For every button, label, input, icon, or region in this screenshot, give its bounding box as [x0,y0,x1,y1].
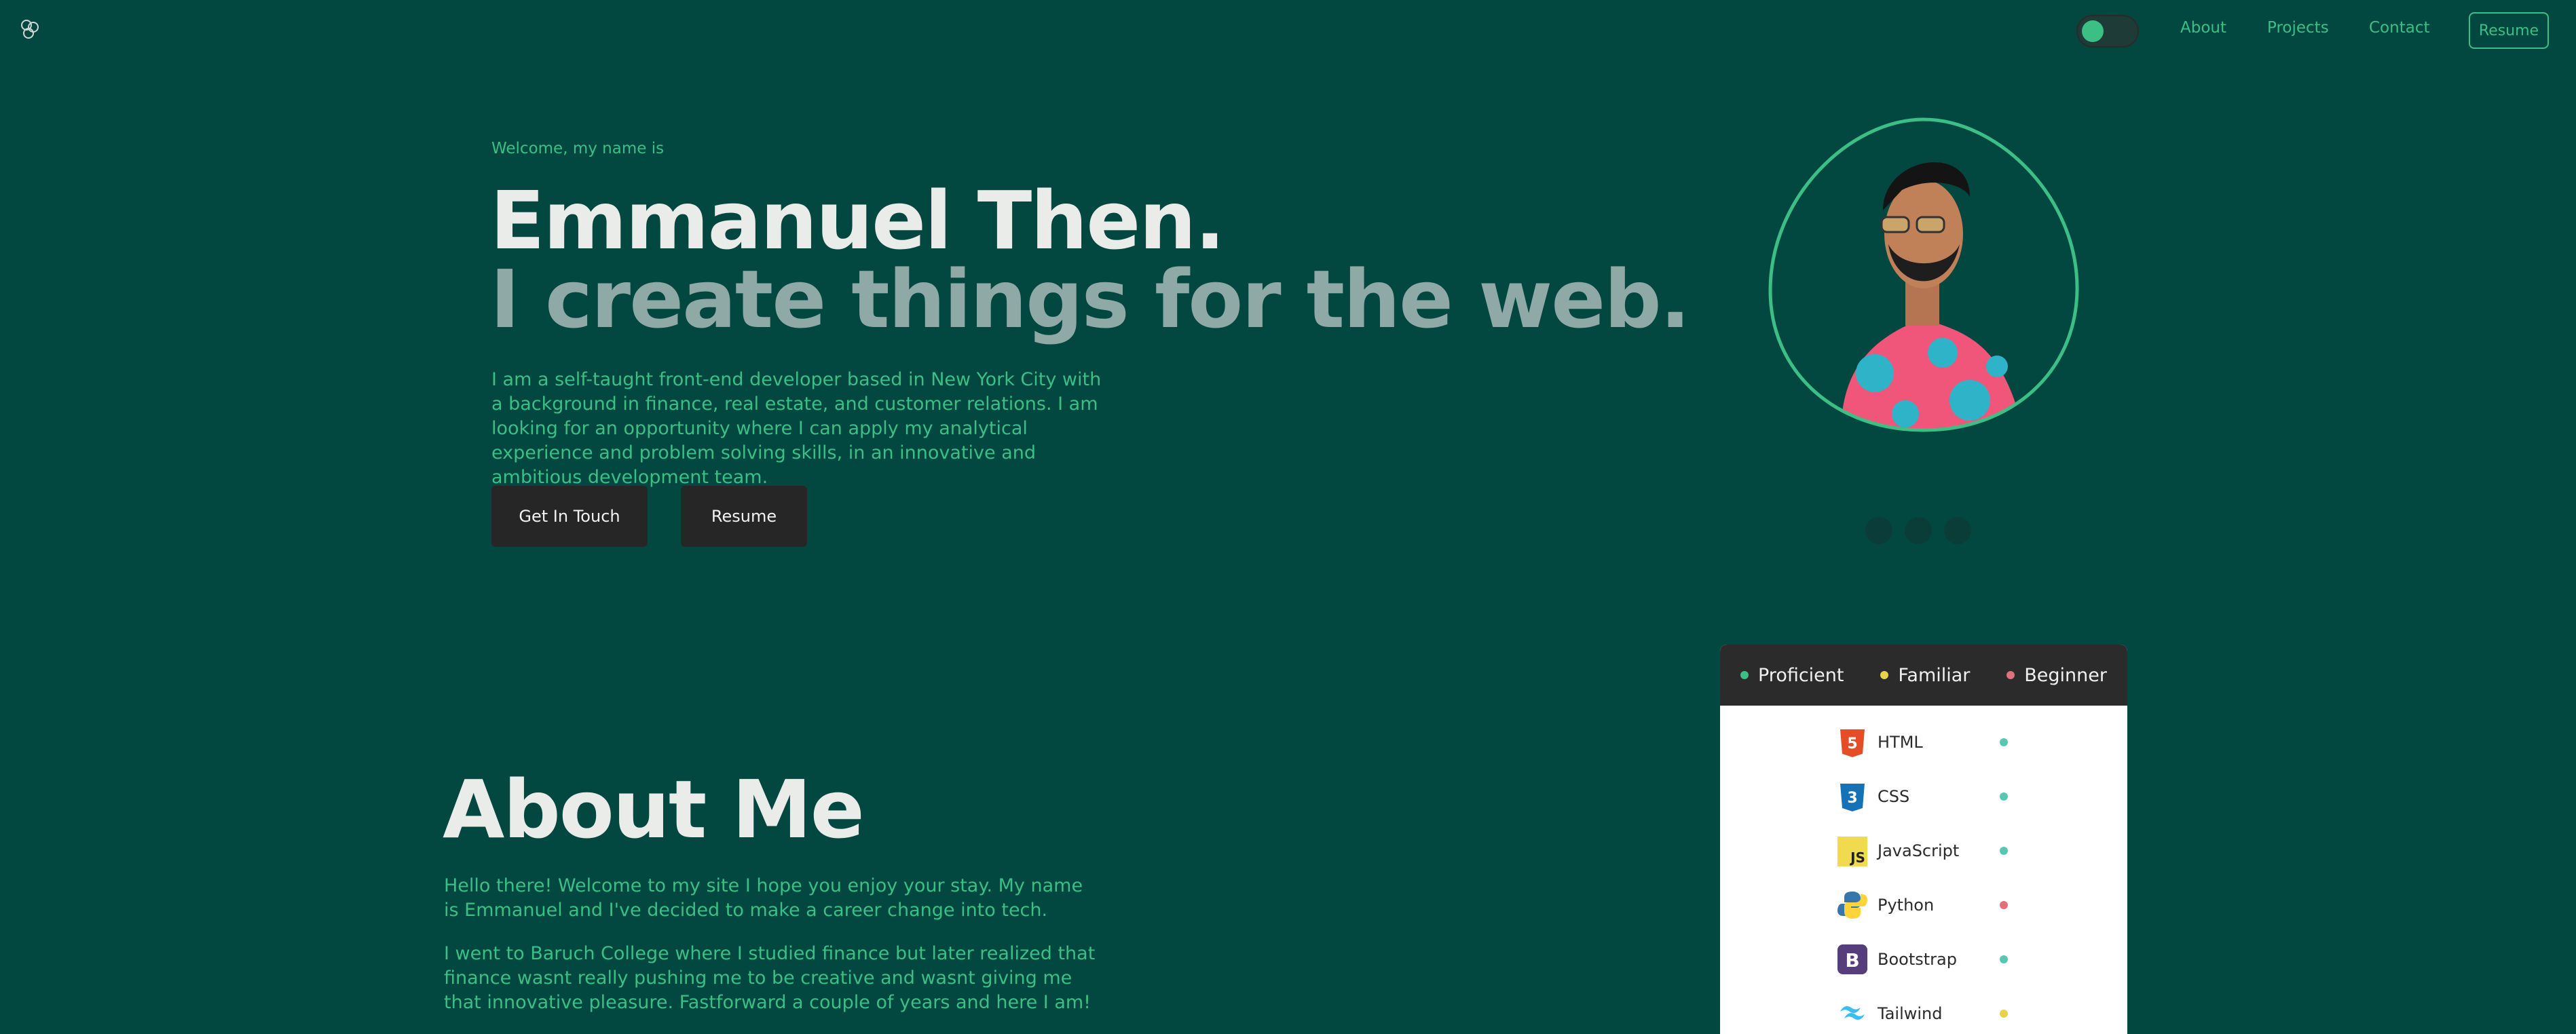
skill-label: CSS [1878,787,1910,806]
css3-icon: 3 [1837,781,1868,812]
hero-tagline: I create things for the web. [490,252,1690,346]
skill-level-dot [2000,738,2008,746]
toggle-knob [2082,20,2104,42]
avatar [1768,117,2079,432]
skill-label: Tailwind [1878,1004,1943,1023]
logo-icon[interactable] [18,18,42,42]
skill-label: JavaScript [1878,841,1960,860]
skills-card: Proficient Familiar Beginner 5 HTML 3 CS… [1720,645,2127,1034]
skill-row-tailwind: Tailwind [1837,996,2040,1031]
legend-dot [1740,671,1749,679]
about-title: About Me [443,763,865,856]
svg-text:JS: JS [1849,849,1865,866]
legend-dot [1880,671,1889,679]
skill-row-python: Python [1837,887,2040,923]
python-icon [1837,889,1868,921]
legend-label: Beginner [2024,664,2107,686]
legend-dot [2006,671,2015,679]
nav-about-link[interactable]: About [2180,19,2226,37]
twitter-icon[interactable] [1944,517,1971,544]
theme-toggle[interactable] [2076,15,2139,47]
legend-familiar: Familiar [1880,665,1970,686]
skill-label: Bootstrap [1878,950,1957,969]
skill-level-dot [2000,955,2008,963]
resume-button[interactable]: Resume [681,486,807,547]
legend-label: Familiar [1898,664,1971,686]
nav-contact-link[interactable]: Contact [2369,19,2429,37]
javascript-icon: JS [1837,835,1868,866]
legend-proficient: Proficient [1740,665,1844,686]
nav-resume-button[interactable]: Resume [2469,12,2549,49]
linkedin-icon[interactable] [1905,517,1932,544]
about-paragraph-2: I went to Baruch College where I studied… [444,943,1096,1013]
about-paragraph-1: Hello there! Welcome to my site I hope y… [444,875,1083,921]
skill-level-dot [2000,901,2008,909]
github-icon[interactable] [1865,517,1892,544]
skill-row-css: 3 CSS [1837,779,2040,814]
svg-text:3: 3 [1847,790,1857,807]
get-in-touch-button[interactable]: Get In Touch [491,486,648,547]
skill-level-dot [2000,792,2008,801]
svg-text:5: 5 [1847,735,1857,752]
skill-level-dot [2000,1010,2008,1018]
skill-row-bootstrap: B Bootstrap [1837,942,2040,977]
skill-row-html: 5 HTML [1837,725,2040,760]
nav-projects-link[interactable]: Projects [2267,19,2329,37]
skill-row-javascript: JS JavaScript [1837,833,2040,868]
bootstrap-icon: B [1837,944,1868,975]
skill-level-dot [2000,847,2008,855]
social-links [1865,510,1981,551]
skills-legend: Proficient Familiar Beginner [1720,645,2127,706]
skill-label: HTML [1878,733,1923,752]
legend-label: Proficient [1758,664,1844,686]
svg-text:B: B [1845,949,1859,972]
hero-welcome: Welcome, my name is [491,140,665,157]
hero-intro: I am a self-taught front-end developer b… [491,369,1102,488]
legend-beginner: Beginner [2006,665,2107,686]
tailwind-icon [1837,998,1868,1029]
html5-icon: 5 [1837,727,1868,758]
skill-label: Python [1878,896,1935,915]
